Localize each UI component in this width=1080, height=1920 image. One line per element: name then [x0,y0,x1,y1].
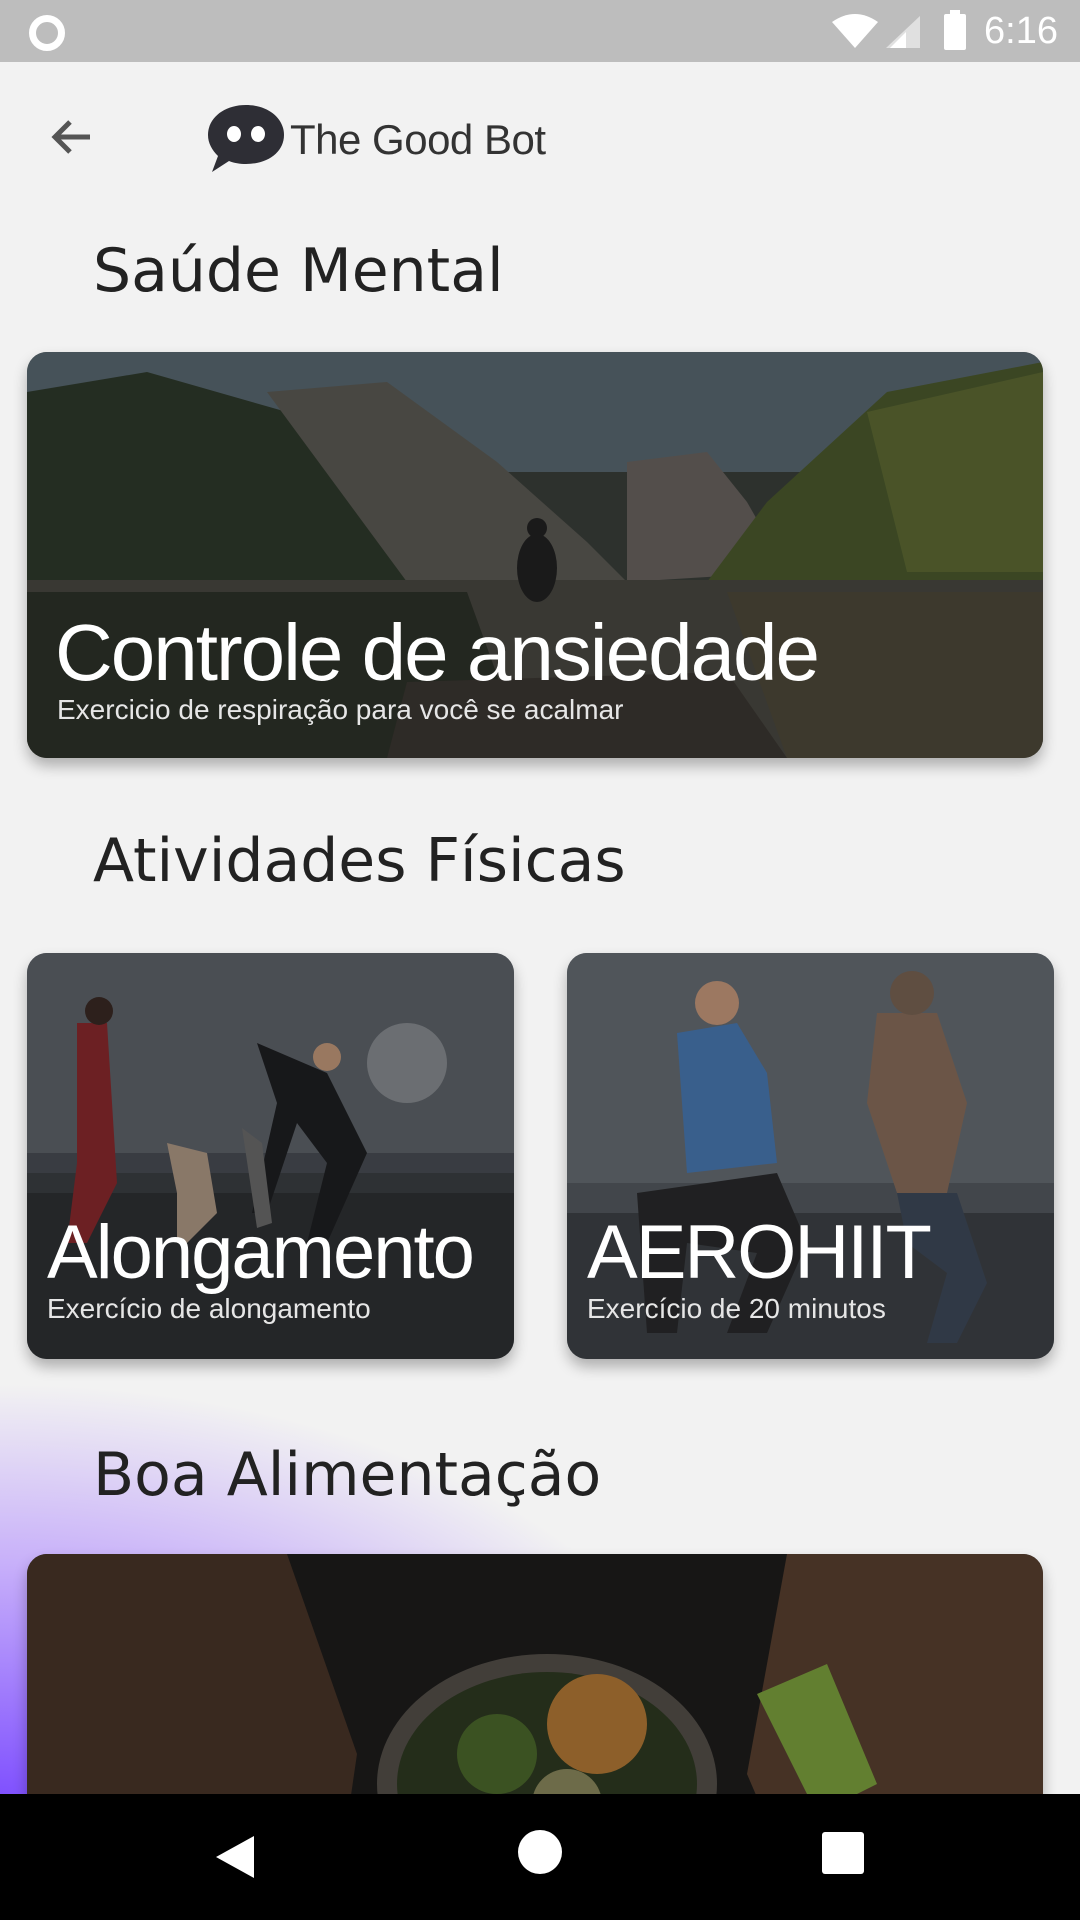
card-title: Controle de ansiedade [55,608,820,697]
status-bar: 6:16 [0,0,1080,62]
section-title-saude-mental: Saúde Mental [93,236,504,306]
battery-icon [944,10,966,50]
card-subtitle: Exercício de 20 minutos [587,1293,886,1324]
app-title: The Good Bot [290,116,546,163]
card-subtitle: Exercicio de respiração para você se aca… [57,694,624,725]
card-controle-ansiedade[interactable]: Controle de ansiedade Exercicio de respi… [27,352,1043,758]
card-alongamento[interactable]: Alongamento Exercício de alongamento [27,953,514,1359]
card-title: Alongamento [47,1210,475,1295]
card-title: AEROHIIT [587,1210,932,1295]
notification-ring-icon [29,15,65,51]
chat-bot-logo-icon [208,105,284,172]
nav-home-icon[interactable] [518,1830,562,1874]
signal-icon [886,16,920,48]
wifi-icon [832,14,878,48]
nav-back-icon[interactable] [210,1832,260,1882]
card-subtitle: Exercício de alongamento [47,1293,371,1324]
status-time: 6:16 [984,10,1058,52]
section-title-boa-alimentacao: Boa Alimentação [93,1440,602,1510]
nav-recents-icon[interactable] [822,1832,864,1874]
arrow-back-icon[interactable] [44,110,100,166]
system-nav-bar [0,1794,1080,1920]
card-aerohiit[interactable]: AEROHIIT Exercício de 20 minutos [567,953,1054,1359]
section-title-atividades-fisicas: Atividades Físicas [93,826,626,896]
